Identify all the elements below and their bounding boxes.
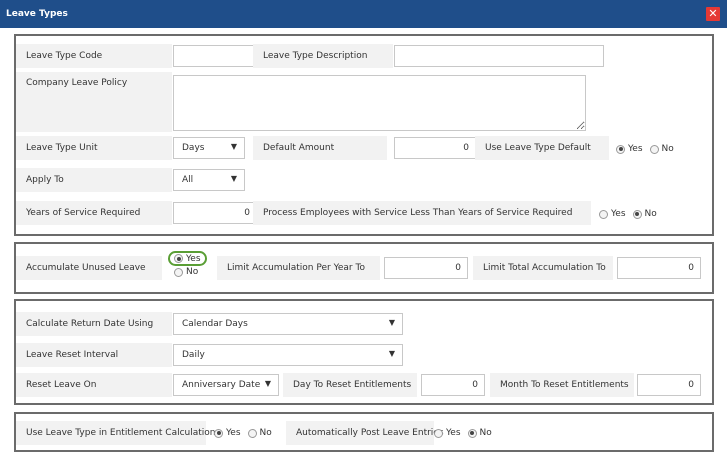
use-in-entitlement-no[interactable]: No [247, 428, 272, 438]
radio-yes-icon[interactable] [174, 254, 183, 263]
accumulate-unused-leave-label: Accumulate Unused Leave [16, 256, 162, 280]
leave-type-unit-value: Days [182, 143, 205, 153]
limit-total-label: Limit Total Accumulation To [473, 256, 613, 280]
radio-yes-label: Yes [186, 253, 201, 264]
dialog-title: Leave Types [6, 9, 68, 19]
radio-no-icon[interactable] [247, 428, 257, 438]
radio-yes-icon[interactable] [616, 144, 625, 154]
accumulate-no[interactable]: No [168, 267, 207, 277]
limit-per-year-label: Limit Accumulation Per Year To [217, 256, 380, 280]
radio-no-label: No [479, 428, 492, 438]
radio-yes-label: Yes [628, 144, 643, 154]
calculate-return-date-label: Calculate Return Date Using [16, 312, 172, 336]
auto-post-radio-group: Yes No [434, 421, 496, 445]
month-to-reset-input[interactable]: 0 [637, 374, 701, 396]
chevron-down-icon: ▼ [230, 174, 237, 183]
process-employees-yes[interactable]: Yes [599, 209, 626, 219]
chevron-down-icon: ▼ [388, 318, 395, 327]
leave-type-unit-label: Leave Type Unit [16, 136, 172, 160]
radio-yes-label: Yes [611, 209, 626, 219]
process-employees-no[interactable]: No [632, 209, 657, 219]
general-section: Leave Type Code Leave Type Description C… [14, 34, 714, 236]
radio-no-label: No [644, 209, 657, 219]
accumulate-radio-group: Yes No [168, 251, 207, 277]
leave-reset-interval-label: Leave Reset Interval [16, 343, 172, 367]
radio-yes-icon[interactable] [214, 428, 223, 438]
month-to-reset-label: Month To Reset Entitlements [490, 373, 634, 397]
apply-to-label: Apply To [16, 168, 172, 192]
use-leave-type-default-no[interactable]: No [649, 144, 674, 154]
radio-no-label: No [259, 428, 272, 438]
use-leave-type-default-yes[interactable]: Yes [616, 144, 643, 154]
auto-post-no[interactable]: No [467, 428, 492, 438]
use-in-entitlement-yes[interactable]: Yes [214, 428, 241, 438]
auto-post-label: Automatically Post Leave Entries [286, 421, 444, 445]
accumulation-section: Accumulate Unused Leave Yes No Limit Acc… [14, 242, 714, 294]
chevron-down-icon: ▼ [230, 142, 237, 151]
radio-no-icon[interactable] [174, 267, 183, 277]
reset-leave-on-value: Anniversary Date [182, 380, 261, 390]
chevron-down-icon: ▼ [388, 349, 395, 358]
chevron-down-icon: ▼ [264, 379, 271, 388]
radio-no-icon[interactable] [467, 428, 477, 438]
leave-type-code-label: Leave Type Code [16, 44, 172, 68]
dialog-titlebar: Leave Types ✕ [0, 0, 727, 28]
radio-yes-label: Yes [226, 428, 241, 438]
process-employees-radio-group: Yes No [599, 202, 661, 226]
process-employees-label: Process Employees with Service Less Than… [253, 201, 591, 225]
calculate-return-date-value: Calendar Days [182, 319, 248, 329]
reset-leave-on-label: Reset Leave On [16, 373, 172, 397]
radio-no-icon[interactable] [649, 144, 659, 154]
company-leave-policy-textarea[interactable] [173, 75, 586, 131]
calculate-return-date-select[interactable]: Calendar Days ▼ [173, 313, 403, 335]
radio-yes-icon[interactable] [599, 209, 608, 219]
limit-per-year-input[interactable]: 0 [384, 257, 468, 279]
leave-reset-interval-select[interactable]: Daily ▼ [173, 344, 403, 366]
radio-no-label: No [661, 144, 674, 154]
radio-no-label: No [186, 267, 199, 277]
use-in-entitlement-radio-group: Yes No [214, 421, 276, 445]
radio-no-icon[interactable] [632, 209, 642, 219]
radio-yes-label: Yes [446, 428, 461, 438]
company-leave-policy-label: Company Leave Policy [16, 72, 172, 132]
years-of-service-input[interactable]: 0 [173, 202, 257, 224]
day-to-reset-input[interactable]: 0 [421, 374, 485, 396]
radio-yes-icon[interactable] [434, 428, 443, 438]
leave-type-unit-select[interactable]: Days ▼ [173, 137, 245, 159]
day-to-reset-label: Day To Reset Entitlements [283, 373, 417, 397]
reset-leave-on-select[interactable]: Anniversary Date ▼ [173, 374, 279, 396]
leave-type-code-input[interactable] [173, 45, 257, 67]
accumulate-yes[interactable]: Yes [168, 251, 207, 266]
limit-total-input[interactable]: 0 [617, 257, 701, 279]
auto-post-yes[interactable]: Yes [434, 428, 461, 438]
default-amount-label: Default Amount [253, 136, 387, 160]
apply-to-value: All [182, 175, 194, 185]
close-icon[interactable]: ✕ [706, 7, 720, 21]
apply-to-select[interactable]: All ▼ [173, 169, 245, 191]
leave-type-description-label: Leave Type Description [253, 44, 393, 68]
leave-type-description-input[interactable] [394, 45, 604, 67]
leave-reset-interval-value: Daily [182, 350, 205, 360]
reset-section: Calculate Return Date Using Calendar Day… [14, 299, 714, 405]
use-in-entitlement-label: Use Leave Type in Entitlement Calculatio… [16, 421, 216, 445]
use-leave-type-default-radio-group: Yes No [616, 137, 678, 161]
default-amount-input[interactable]: 0 [394, 137, 476, 159]
posting-section: Use Leave Type in Entitlement Calculatio… [14, 412, 714, 452]
use-leave-type-default-label: Use Leave Type Default [475, 136, 609, 160]
years-of-service-label: Years of Service Required [16, 201, 172, 225]
